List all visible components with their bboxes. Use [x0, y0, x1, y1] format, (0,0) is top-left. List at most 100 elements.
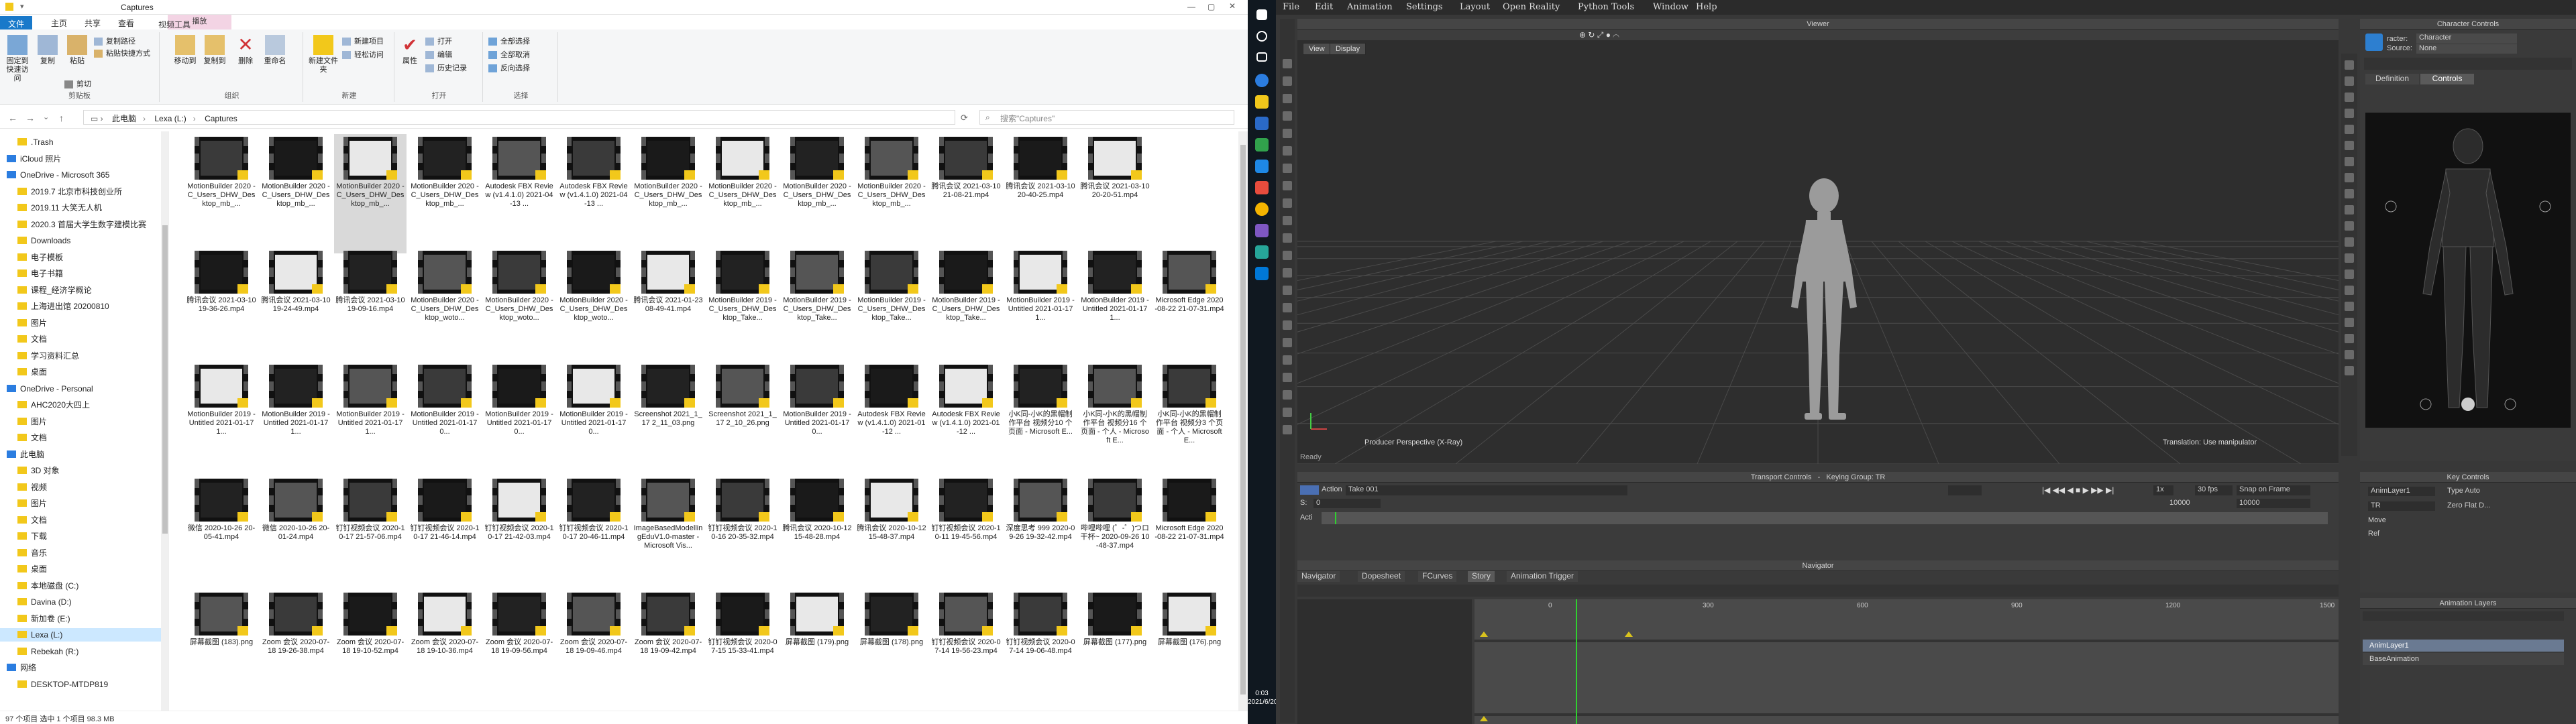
- tool-icon[interactable]: [1283, 146, 1292, 156]
- chrome-icon[interactable]: [1255, 202, 1269, 216]
- file-item[interactable]: Autodesk FBX Review (v1.4.1.0) 2021-04-1…: [557, 134, 630, 253]
- tool-icon[interactable]: [1283, 76, 1292, 86]
- refresh-icon[interactable]: ⟳: [961, 113, 968, 123]
- file-item[interactable]: MotionBuilder 2019 - Untitled 2021-01-17…: [1004, 248, 1077, 367]
- menu-item[interactable]: Animation: [1347, 2, 1393, 12]
- nav-item[interactable]: 2020.3 首届大学生数字建模比赛: [0, 218, 146, 231]
- file-item[interactable]: 屏幕截图 (177).png: [1079, 590, 1151, 709]
- file-item[interactable]: 小K同-小K的黑帽制作平台 视频分16 个页面 - 个人 - Microsoft…: [1079, 362, 1151, 481]
- tool-icon[interactable]: [2345, 189, 2354, 198]
- key-type-select[interactable]: Type Auto: [2447, 487, 2480, 495]
- nav-item[interactable]: 上海进出馆 20200810: [0, 300, 109, 313]
- file-item[interactable]: Zoom 会议 2020-07-18 19-09-42.mp4: [632, 590, 704, 709]
- maximize-icon[interactable]: ▢: [1208, 2, 1215, 11]
- file-item[interactable]: Autodesk FBX Review (v1.4.1.0) 2021-01-1…: [930, 362, 1002, 481]
- tool-icon[interactable]: [2345, 221, 2354, 231]
- close-icon[interactable]: ✕: [1229, 1, 1236, 11]
- tool-icon[interactable]: [2345, 269, 2354, 279]
- tool-icon[interactable]: [2345, 109, 2354, 118]
- tool-icon[interactable]: [1283, 251, 1292, 260]
- file-item[interactable]: Microsoft Edge 2020-08-22 21-07-31.mp4: [1153, 476, 1226, 595]
- search-input[interactable]: ⌕ 搜索"Captures": [979, 110, 1234, 125]
- tool-icon[interactable]: [2345, 60, 2354, 70]
- anim-layer-select[interactable]: AnimLayer1: [2368, 487, 2435, 496]
- tool-icon[interactable]: [2345, 350, 2354, 359]
- nav-item[interactable]: DESKTOP-MTDP819: [0, 678, 108, 691]
- tool-icon[interactable]: [1283, 233, 1292, 243]
- navigator-tab[interactable]: Dopesheet: [1358, 571, 1405, 582]
- file-item[interactable]: Screenshot 2021_1_17 2_10_26.png: [706, 362, 779, 481]
- nav-item[interactable]: 桌面: [0, 365, 47, 379]
- file-item[interactable]: MotionBuilder 2019 - C_Users_DHW_Desktop…: [930, 248, 1002, 367]
- file-item[interactable]: MotionBuilder 2019 - C_Users_DHW_Desktop…: [855, 248, 928, 367]
- tool-icon[interactable]: [2345, 205, 2354, 215]
- menu-item[interactable]: Edit: [1315, 2, 1333, 12]
- menu-item[interactable]: Layout: [1460, 2, 1490, 12]
- tab-definition[interactable]: Definition: [2365, 74, 2419, 84]
- layer-row[interactable]: AnimLayer1: [2363, 640, 2564, 652]
- file-item[interactable]: 屏幕截图 (179).png: [781, 590, 853, 709]
- file-item[interactable]: MotionBuilder 2020 - C_Users_DHW_Desktop…: [706, 134, 779, 253]
- file-item[interactable]: MotionBuilder 2019 - Untitled 2021-01-17…: [557, 362, 630, 481]
- address-bar[interactable]: ▭ › 此电脑 › Lexa (L:) › Captures: [83, 110, 955, 125]
- motionbuilder-icon[interactable]: [1255, 267, 1269, 280]
- tool-icon[interactable]: [1283, 216, 1292, 225]
- file-item[interactable]: 钉钉视频会议 2020-07-14 19-06-48.mp4: [1004, 590, 1077, 709]
- nav-item[interactable]: 桌面: [0, 562, 47, 576]
- delete-button[interactable]: ✕ 删除: [232, 35, 259, 66]
- tool-icon[interactable]: [2345, 157, 2354, 166]
- snap-select[interactable]: Snap on Frame: [2237, 485, 2310, 495]
- file-item[interactable]: MotionBuilder 2019 - Untitled 2021-01-17…: [483, 362, 555, 481]
- select-none-button[interactable]: 全部取消: [488, 50, 530, 60]
- tool-icon[interactable]: [2345, 318, 2354, 327]
- nav-item[interactable]: 3D 对象: [0, 464, 60, 477]
- breadcrumb-folder[interactable]: Captures: [205, 114, 237, 123]
- content-scrollbar[interactable]: [1238, 131, 1248, 711]
- edge-icon[interactable]: [1255, 74, 1269, 87]
- file-item[interactable]: 钉钉视频会议 2020-10-17 21-46-14.mp4: [409, 476, 481, 595]
- app-icon[interactable]: [1255, 245, 1269, 259]
- file-item[interactable]: 哔哩哔哩 (゜-゜)つロ 干杯~ 2020-09-26 10-48-37.mp4: [1079, 476, 1151, 595]
- file-item[interactable]: Screenshot 2021_1_17 2_11_03.png: [632, 362, 704, 481]
- easy-access-button[interactable]: 轻松访问: [342, 50, 384, 60]
- tool-icon[interactable]: [1283, 111, 1292, 121]
- story-timeline[interactable]: 0 300 600 900 1200 1500: [1474, 599, 2339, 724]
- file-explorer-icon[interactable]: [1255, 95, 1269, 109]
- fps-select[interactable]: 30 fps: [2195, 485, 2233, 495]
- menu-item[interactable]: Help: [1696, 2, 1717, 12]
- tool-icon[interactable]: [2345, 302, 2354, 311]
- recent-chevron-icon[interactable]: ⌄: [43, 113, 49, 121]
- file-item[interactable]: 钉钉视频会议 2020-10-17 21-57-06.mp4: [334, 476, 407, 595]
- file-item[interactable]: Autodesk FBX Review (v1.4.1.0) 2021-04-1…: [483, 134, 555, 253]
- interpolation-select[interactable]: Zero Flat D...: [2447, 501, 2490, 509]
- cut-button[interactable]: 剪切: [64, 79, 91, 90]
- file-item[interactable]: 钉钉视频会议 2020-10-11 19-45-56.mp4: [930, 476, 1002, 595]
- nav-item[interactable]: 2019.11 大笑无人机: [0, 201, 102, 215]
- nav-item[interactable]: 此电脑: [0, 448, 44, 461]
- tool-icon[interactable]: [1283, 286, 1292, 295]
- invert-selection-button[interactable]: 反向选择: [488, 63, 530, 74]
- file-item[interactable]: 腾讯会议 2021-03-10 19-09-16.mp4: [334, 248, 407, 367]
- manipulator-icons[interactable]: ⊕ ↻ ⤢ ● ⌒: [1579, 30, 1619, 40]
- navigator-tab[interactable]: Story: [1468, 571, 1495, 582]
- file-item[interactable]: MotionBuilder 2020 - C_Users_DHW_Desktop…: [409, 134, 481, 253]
- start-frame-field[interactable]: 0: [1313, 499, 1381, 508]
- nav-item[interactable]: 本地磁盘 (C:): [0, 579, 78, 593]
- tool-icon[interactable]: [2345, 93, 2354, 102]
- tool-icon[interactable]: [1283, 390, 1292, 400]
- tool-icon[interactable]: [2345, 76, 2354, 86]
- file-item[interactable]: 腾讯会议 2021-03-10 19-24-49.mp4: [260, 248, 332, 367]
- file-item[interactable]: 腾讯会议 2021-03-10 20-40-25.mp4: [1004, 134, 1077, 253]
- file-item[interactable]: 钉钉视频会议 2020-07-14 19-56-23.mp4: [930, 590, 1002, 709]
- tool-icon[interactable]: [1283, 373, 1292, 382]
- nav-item[interactable]: 文档: [0, 333, 47, 346]
- file-item[interactable]: 腾讯会议 2020-10-12 15-48-37.mp4: [855, 476, 928, 595]
- nav-item[interactable]: 图片: [0, 497, 47, 510]
- tool-icon[interactable]: [1283, 59, 1292, 68]
- time-slider[interactable]: [1322, 512, 2328, 524]
- file-item[interactable]: 钉钉视频会议 2020-10-16 20-35-32.mp4: [706, 476, 779, 595]
- nav-item[interactable]: Rebekah (R:): [0, 645, 78, 658]
- tab-file[interactable]: 文件: [0, 16, 32, 29]
- app-icon[interactable]: [1255, 160, 1269, 173]
- nav-item[interactable]: 图片: [0, 415, 47, 428]
